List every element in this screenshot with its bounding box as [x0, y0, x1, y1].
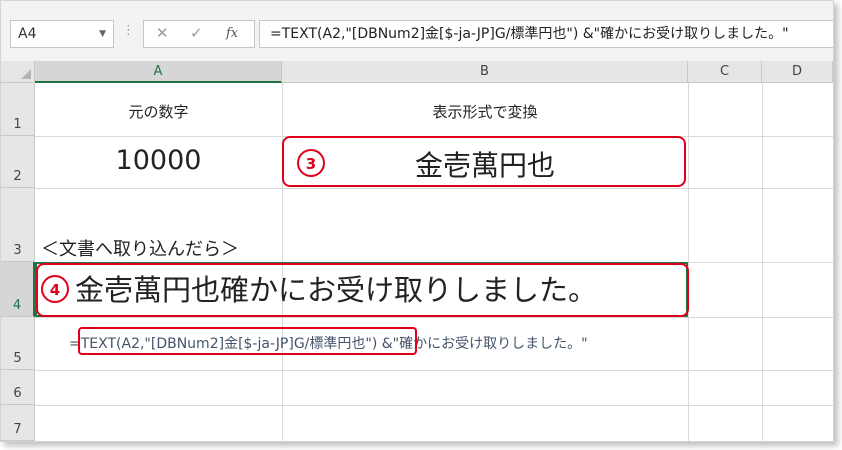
cell-a1[interactable]: 元の数字: [35, 101, 282, 122]
drag-handle-icon[interactable]: ⋮: [122, 23, 135, 38]
row-header-5[interactable]: 5: [1, 317, 35, 370]
highlight-box-a4: [36, 263, 689, 317]
excel-window: A4 ▼ ⋮ ✕ ✓ fx =TEXT(A2,"[DBNum2]金[$-ja-J…: [0, 0, 834, 442]
enter-icon[interactable]: ✓: [190, 24, 203, 42]
highlight-box-formula: [78, 327, 417, 355]
cell-a2[interactable]: 10000: [35, 145, 282, 176]
row-header-7[interactable]: 7: [1, 405, 35, 441]
gridline: [35, 370, 833, 371]
row-header-4[interactable]: 4: [1, 262, 35, 317]
cell-b1[interactable]: 表示形式で変換: [282, 101, 688, 122]
gridline: [35, 405, 833, 406]
row-header-2[interactable]: 2: [1, 136, 35, 188]
gridline: [35, 317, 833, 318]
insert-function-icon[interactable]: fx: [226, 26, 238, 41]
column-header-d[interactable]: D: [762, 61, 833, 83]
callout-badge-3: 3: [297, 149, 325, 177]
formula-buttons: ✕ ✓ fx: [143, 20, 255, 48]
chevron-down-icon[interactable]: ▼: [99, 21, 106, 47]
column-header-c[interactable]: C: [688, 61, 762, 83]
name-box[interactable]: A4 ▼: [10, 20, 114, 48]
name-box-value: A4: [18, 26, 37, 42]
formula-input[interactable]: =TEXT(A2,"[DBNum2]金[$-ja-JP]G/標準円也") &"確…: [259, 20, 833, 48]
highlight-box-b2: [282, 136, 686, 187]
row-header-3[interactable]: 3: [1, 188, 35, 262]
column-header-b[interactable]: B: [282, 61, 688, 83]
cell-a3[interactable]: ＜文書へ取り込んだら＞: [41, 235, 239, 261]
select-all-corner[interactable]: [1, 61, 35, 83]
formula-bar-area: A4 ▼ ⋮ ✕ ✓ fx =TEXT(A2,"[DBNum2]金[$-ja-J…: [1, 1, 833, 61]
column-header-a[interactable]: A: [35, 61, 282, 83]
cancel-icon[interactable]: ✕: [156, 24, 169, 42]
row-header-6[interactable]: 6: [1, 370, 35, 405]
gridline: [35, 188, 833, 189]
row-header-1[interactable]: 1: [1, 83, 35, 136]
callout-badge-4: 4: [41, 275, 69, 303]
